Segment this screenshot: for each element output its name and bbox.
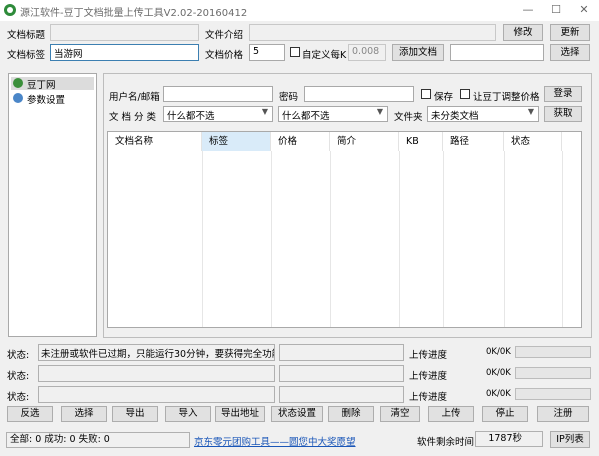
column-divider xyxy=(504,151,505,327)
modify-button[interactable]: 修改 xyxy=(503,24,543,41)
category1-select[interactable]: 什么都不选 ▼ xyxy=(163,106,273,122)
select-button[interactable]: 选择 xyxy=(550,44,590,61)
status-detail-field xyxy=(279,344,404,361)
column-header[interactable]: 文档名称 xyxy=(108,132,202,151)
delete-button[interactable]: 删除 xyxy=(328,406,374,422)
status-field xyxy=(38,386,275,403)
upload-progress-label: 上传进度 xyxy=(409,392,448,403)
save-checkbox[interactable] xyxy=(421,89,431,99)
doc-intro-field[interactable] xyxy=(249,24,496,41)
status-field xyxy=(38,365,275,382)
folder-select[interactable]: 未分类文档 ▼ xyxy=(427,106,539,122)
column-divider xyxy=(330,151,331,327)
remaining-time-label: 软件剩余时间 xyxy=(417,437,475,448)
stop-button[interactable]: 停止 xyxy=(482,406,528,422)
status-settings-button[interactable]: 状态设置 xyxy=(271,406,323,422)
column-header[interactable]: KB xyxy=(399,132,443,151)
tree-item-doudin[interactable]: 豆丁网 xyxy=(11,77,94,91)
remaining-time-value: 1787秒 xyxy=(475,431,543,447)
doc-intro-label: 文件介绍 xyxy=(205,30,244,41)
password-input[interactable] xyxy=(304,86,414,102)
adjust-price-checkbox[interactable] xyxy=(460,89,470,99)
per-k-input[interactable]: 0.008 xyxy=(348,44,386,61)
update-button[interactable]: 更新 xyxy=(550,24,590,41)
status-detail-field xyxy=(279,365,404,382)
category-label: 文 档 分 类 xyxy=(109,112,157,123)
doc-tags-label: 文档标签 xyxy=(7,50,46,61)
select-all-button[interactable]: 选择 xyxy=(61,406,107,422)
folder-label: 文件夹 xyxy=(394,112,423,123)
chevron-down-icon: ▼ xyxy=(527,107,534,116)
category2-select[interactable]: 什么都不选 ▼ xyxy=(278,106,388,122)
upload-progress-bar xyxy=(515,388,591,400)
folder-value: 未分类文档 xyxy=(431,111,479,122)
doc-title-label: 文档标题 xyxy=(7,30,46,41)
window-title: 源江软件-豆丁文档批量上传工具V2.02-20160412 xyxy=(20,8,248,19)
tree-item-label: 参数设置 xyxy=(27,95,66,106)
export-button[interactable]: 导出 xyxy=(112,406,158,422)
site-tree: 豆丁网 参数设置 xyxy=(8,73,97,337)
title-bar: 源江软件-豆丁文档批量上传工具V2.02-20160412 — ☐ ✕ xyxy=(0,0,599,21)
column-divider xyxy=(399,151,400,327)
category2-value: 什么都不选 xyxy=(282,111,330,122)
invert-select-button[interactable]: 反选 xyxy=(7,406,53,422)
upload-progress-value: 0K/0K xyxy=(486,389,511,399)
column-divider xyxy=(271,151,272,327)
clear-button[interactable]: 清空 xyxy=(380,406,420,422)
password-label: 密码 xyxy=(279,92,299,103)
upload-progress-value: 0K/0K xyxy=(486,347,511,357)
upload-progress-value: 0K/0K xyxy=(486,368,511,378)
save-label: 保存 xyxy=(434,92,454,103)
fetch-button[interactable]: 获取 xyxy=(544,106,582,122)
upload-progress-label: 上传进度 xyxy=(409,371,448,382)
status-label: 状态: xyxy=(7,371,30,382)
status-detail-field xyxy=(279,386,404,403)
column-header[interactable]: 路径 xyxy=(443,132,504,151)
register-button[interactable]: 注册 xyxy=(537,406,589,422)
username-label: 用户名/邮箱 xyxy=(109,92,160,103)
doc-price-input[interactable]: 5 xyxy=(249,44,285,61)
column-header[interactable]: 价格 xyxy=(271,132,330,151)
login-button[interactable]: 登录 xyxy=(544,86,582,102)
maximize-button[interactable]: ☐ xyxy=(542,0,570,21)
upload-progress-bar xyxy=(515,367,591,379)
column-header[interactable]: 状态 xyxy=(504,132,562,151)
username-input[interactable] xyxy=(163,86,273,102)
column-divider xyxy=(443,151,444,327)
chevron-down-icon: ▼ xyxy=(261,107,268,116)
upload-progress-label: 上传进度 xyxy=(409,350,448,361)
path-input[interactable] xyxy=(450,44,544,61)
category1-value: 什么都不选 xyxy=(167,111,215,122)
column-header[interactable]: 简介 xyxy=(330,132,399,151)
upload-progress-bar xyxy=(515,346,591,358)
doudin-icon xyxy=(13,78,23,88)
counts-field: 全部: 0 成功: 0 失败: 0 xyxy=(6,432,190,448)
column-header[interactable]: 标签 xyxy=(202,132,271,151)
column-divider xyxy=(562,151,563,327)
doc-title-field[interactable] xyxy=(50,24,199,41)
ip-list-button[interactable]: IP列表 xyxy=(550,431,590,448)
minimize-button[interactable]: — xyxy=(514,0,542,21)
custom-per-k-checkbox[interactable] xyxy=(290,47,300,57)
chevron-down-icon: ▼ xyxy=(376,107,383,116)
promo-link[interactable]: 京东零元团购工具——圆您中大奖愿望 xyxy=(194,434,356,448)
settings-icon xyxy=(13,93,23,103)
app-logo-icon xyxy=(4,4,16,16)
column-divider xyxy=(202,151,203,327)
status-label: 状态: xyxy=(7,392,30,403)
status-field: 未注册或软件已过期，只能运行30分钟，要获得完全功能请注 xyxy=(38,344,275,361)
import-button[interactable]: 导入 xyxy=(165,406,211,422)
close-button[interactable]: ✕ xyxy=(570,0,598,21)
doc-tags-input[interactable]: 当游网 xyxy=(50,44,199,61)
tree-item-settings[interactable]: 参数设置 xyxy=(11,92,94,106)
custom-per-k-label: 自定义每K xyxy=(302,50,347,61)
upload-button[interactable]: 上传 xyxy=(428,406,474,422)
adjust-price-label: 让豆丁调整价格 xyxy=(473,92,540,103)
export-address-button[interactable]: 导出地址 xyxy=(215,406,265,422)
status-label: 状态: xyxy=(7,350,30,361)
doc-price-label: 文档价格 xyxy=(205,50,244,61)
tree-item-label: 豆丁网 xyxy=(27,80,56,91)
add-doc-button[interactable]: 添加文档 xyxy=(392,44,444,61)
document-table[interactable]: 文档名称 标签 价格 简介 KB 路径 状态 xyxy=(107,131,582,328)
